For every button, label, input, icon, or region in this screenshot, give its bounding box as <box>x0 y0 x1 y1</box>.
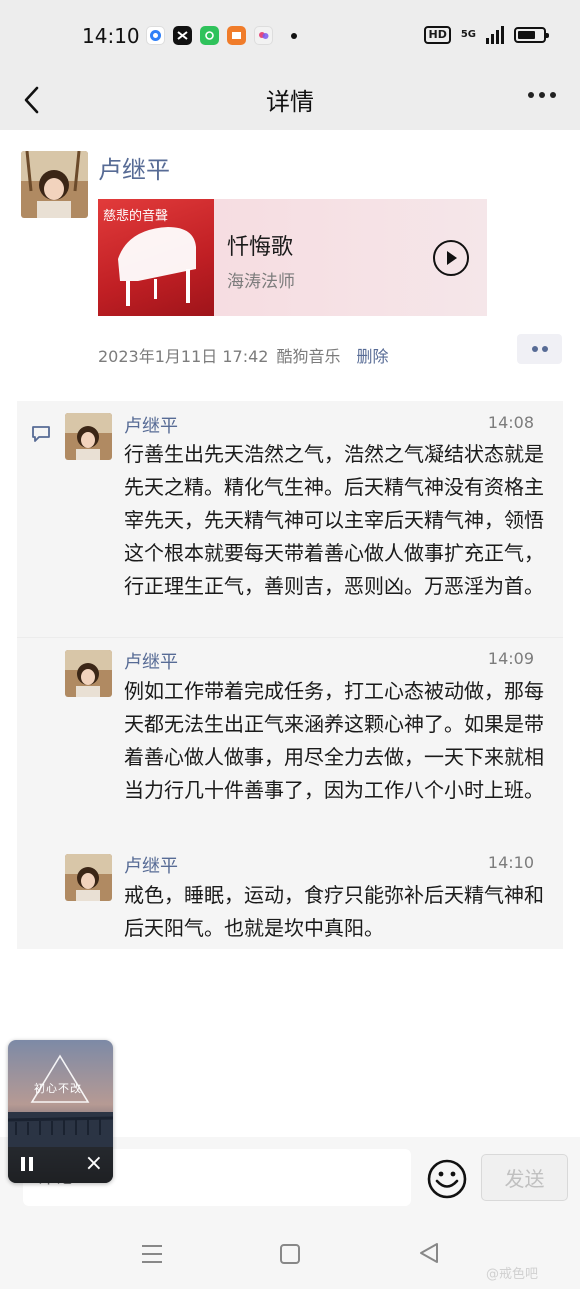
emoji-button[interactable] <box>426 1158 468 1200</box>
floating-player-cover-text: 初心不改 <box>34 1082 82 1095</box>
capcut-icon <box>173 26 192 45</box>
comment-text: 戒色，睡眠，运动，食疗只能弥补后天精气神和后天阳气。也就是坎中真阳。 <box>124 883 544 940</box>
comment-time: 14:08 <box>487 413 534 432</box>
comment-author[interactable]: 卢继平 <box>124 648 178 674</box>
network-label: 5G <box>460 29 476 40</box>
music-title: 忏悔歌 <box>227 235 294 260</box>
music-info: 忏悔歌 海涛法师 <box>227 229 295 292</box>
music-cover: 慈悲的音聲 <box>98 199 214 316</box>
play-button[interactable] <box>433 240 469 276</box>
wechat-mini-icon <box>200 26 219 45</box>
comment-time: 14:09 <box>487 649 534 668</box>
system-nav-bar: @戒色吧 <box>0 1219 580 1289</box>
battery-icon <box>514 27 549 43</box>
comment-avatar[interactable] <box>65 650 112 697</box>
comment-item[interactable]: 卢继平 14:10 戒色，睡眠，运动，食疗只能弥补后天精气神和后天阳气。也就是坎… <box>17 842 563 949</box>
comment-author[interactable]: 卢继平 <box>124 852 178 878</box>
floating-music-player[interactable]: 初心不改 × <box>8 1040 113 1183</box>
comment-avatar[interactable] <box>65 854 112 901</box>
notification-dot-icon <box>291 32 297 39</box>
post-author-name[interactable]: 卢继平 <box>98 150 170 185</box>
send-button[interactable]: 发送 <box>481 1154 568 1201</box>
comment-item[interactable]: 卢继平 14:08 行善生出先天浩然之气，浩然之气凝结状态就是先天之精。精化气生… <box>17 401 563 637</box>
comment-author[interactable]: 卢继平 <box>124 412 178 438</box>
piano-icon <box>118 227 196 306</box>
menu-icon[interactable] <box>141 1244 163 1264</box>
comments-section: 卢继平 14:08 行善生出先天浩然之气，浩然之气凝结状态就是先天之精。精化气生… <box>17 401 563 949</box>
play-icon <box>447 251 457 265</box>
comment-avatar[interactable] <box>65 413 112 460</box>
close-icon[interactable]: × <box>85 1153 103 1175</box>
comment-time: 14:10 <box>487 853 534 872</box>
comment-text: 例如工作带着完成任务，打工心态被动做，那每天都无法生出正气来涵养这颗心神了。如果… <box>124 679 544 802</box>
post-source[interactable]: 酷狗音乐 <box>276 343 340 367</box>
reader-icon <box>227 26 246 45</box>
more-options-button[interactable] <box>528 92 556 98</box>
page-title: 详情 <box>266 88 314 116</box>
status-time: 14:10 <box>82 24 140 48</box>
comment-item[interactable]: 卢继平 14:09 例如工作带着完成任务，打工心态被动做，那每天都无法生出正气来… <box>17 638 563 842</box>
browser-icon <box>146 26 165 45</box>
watermark: @戒色吧 <box>486 1267 539 1282</box>
post-meta: 2023年1月11日 17:42 酷狗音乐 删除 <box>98 343 389 367</box>
comment-text: 行善生出先天浩然之气，浩然之气凝结状态就是先天之精。精化气生神。后天精气神没有资… <box>124 442 544 598</box>
smiley-icon <box>427 1159 467 1199</box>
hd-badge: HD <box>424 26 451 44</box>
music-card[interactable]: 慈悲的音聲 忏悔歌 海涛法师 <box>98 199 487 316</box>
post-date: 2023年1月11日 17:42 <box>98 347 269 366</box>
pause-button[interactable] <box>21 1157 37 1173</box>
home-square-icon[interactable] <box>280 1244 300 1264</box>
title-bar: 详情 <box>0 72 580 130</box>
status-bar: 14:10 HD 5G <box>0 0 580 72</box>
delete-link[interactable]: 删除 <box>356 343 388 367</box>
signal-icon <box>486 26 504 44</box>
status-app-icons <box>146 26 297 45</box>
music-artist: 海涛法师 <box>227 272 295 292</box>
floating-player-controls: × <box>8 1147 113 1183</box>
triangle-back-icon[interactable] <box>418 1242 440 1264</box>
photo-app-icon <box>254 26 273 45</box>
post-author-avatar[interactable] <box>21 151 88 218</box>
post-actions-button[interactable] <box>517 334 562 364</box>
status-indicators: HD 5G <box>424 26 549 44</box>
